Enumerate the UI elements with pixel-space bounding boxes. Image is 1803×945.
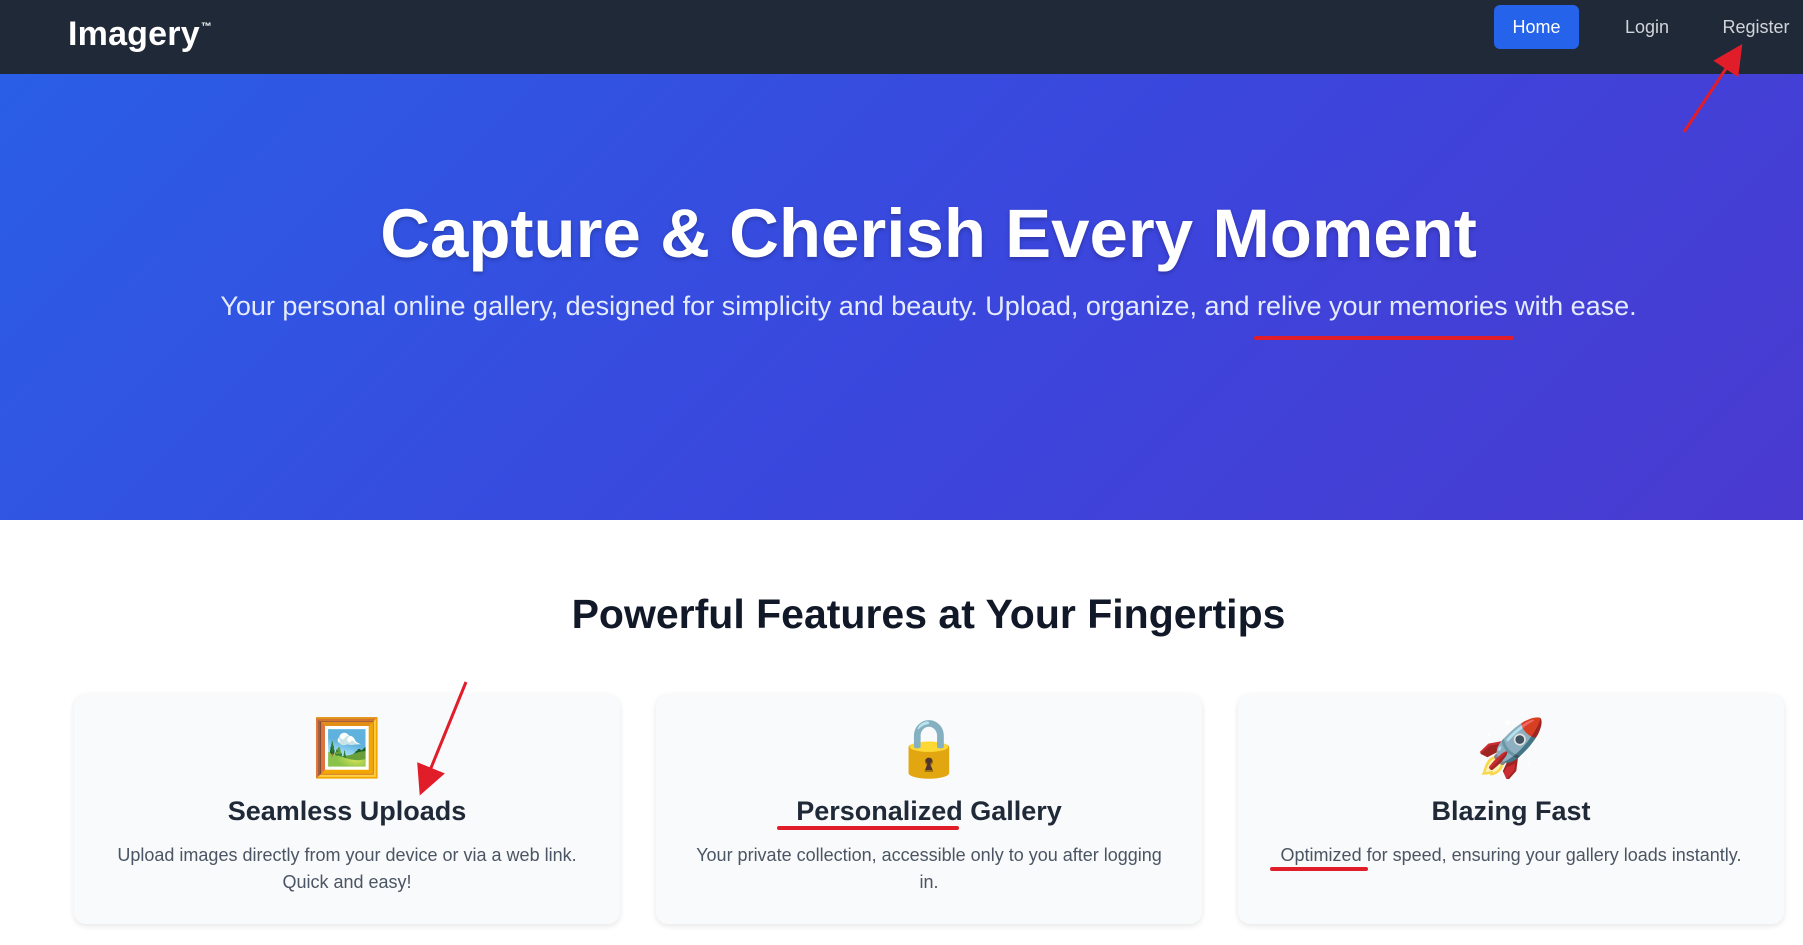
feature-card-description: Upload images directly from your device …: [117, 845, 577, 892]
brand-logo[interactable]: Imagery™: [68, 7, 212, 54]
feature-card-title: Personalized Gallery: [796, 796, 1062, 826]
rocket-icon: 🚀: [1476, 716, 1546, 779]
feature-card-uploads: 🖼️ Seamless Uploads Upload images direct…: [74, 694, 620, 924]
nav-register-link[interactable]: Register: [1716, 5, 1796, 49]
nav-login-link[interactable]: Login: [1617, 5, 1677, 49]
hero-section: Capture & Cherish Every Moment Your pers…: [0, 74, 1803, 520]
features-heading: Powerful Features at Your Fingertips: [571, 591, 1286, 637]
framed-picture-icon: 🖼️: [312, 716, 382, 779]
feature-card-description: Your private collection, accessible only…: [696, 845, 1162, 892]
feature-card-fast: 🚀 Blazing Fast Optimized for speed, ensu…: [1238, 694, 1784, 924]
feature-card-gallery: 🔒 Personalized Gallery Your private coll…: [656, 694, 1202, 924]
brand-name: Imagery: [68, 15, 200, 53]
trademark-symbol: ™: [200, 21, 213, 33]
lock-icon: 🔒: [894, 716, 964, 779]
navbar: Imagery™ Home Login Register: [0, 0, 1803, 74]
feature-card-title: Seamless Uploads: [227, 796, 467, 826]
hero-subtitle: Your personal online gallery, designed f…: [220, 291, 1637, 321]
feature-card-title: Blazing Fast: [1431, 796, 1591, 826]
nav-home-link[interactable]: Home: [1494, 5, 1579, 49]
hero-title: Capture & Cherish Every Moment: [380, 195, 1477, 272]
feature-card-description: Optimized for speed, ensuring your galle…: [1280, 845, 1742, 865]
